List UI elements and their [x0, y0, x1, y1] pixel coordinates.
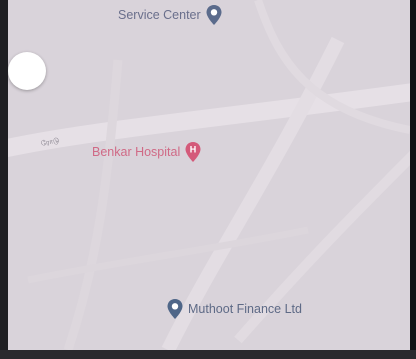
map-control-button[interactable] [8, 52, 46, 90]
poi-name: Muthoot Finance Ltd [188, 302, 302, 316]
hospital-pin-glyph: H [190, 145, 197, 155]
frame-edge-bottom [0, 350, 416, 359]
poi-muthoot-finance[interactable]: Muthoot Finance Ltd [166, 298, 302, 320]
poi-name: Benkar Hospital [92, 145, 181, 159]
frame-edge-right [410, 0, 416, 359]
photo-frame: ரோடு Service Center Benkar Hospital H Mu… [0, 0, 416, 359]
map-view[interactable]: ரோடு Service Center Benkar Hospital H Mu… [8, 0, 410, 350]
poi-benkar-hospital[interactable]: Benkar Hospital H [92, 141, 202, 163]
poi-service-center[interactable]: Service Center [118, 4, 223, 26]
poi-name: Service Center [118, 8, 201, 22]
hospital-icon: H [185, 142, 201, 162]
map-pin-icon [206, 5, 222, 25]
map-pin-icon [167, 299, 183, 319]
